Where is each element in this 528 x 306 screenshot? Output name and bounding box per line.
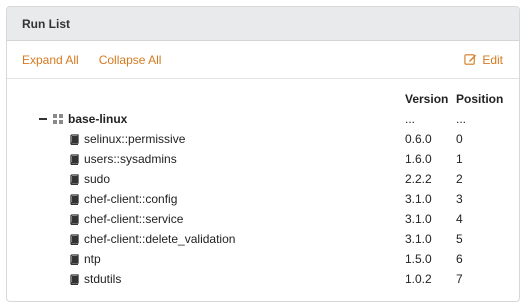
recipe-position: 5 [456, 232, 463, 246]
table-row: stdutils 1.0.2 7 [7, 269, 519, 289]
recipe-position: 4 [456, 212, 463, 226]
recipe-version: 3.1.0 [405, 232, 432, 246]
recipe-position: 3 [456, 192, 463, 206]
table-row: users::sysadmins 1.6.0 1 [7, 149, 519, 169]
recipe-name: chef-client::config [84, 192, 178, 206]
recipe-version: 3.1.0 [405, 212, 432, 226]
table-row: selinux::permissive 0.6.0 0 [7, 129, 519, 149]
recipe-position: 0 [456, 132, 463, 146]
role-position: ... [456, 112, 467, 126]
recipe-version: 1.0.2 [405, 272, 432, 286]
recipe-name: ntp [84, 252, 101, 266]
column-header-version: Version [405, 92, 449, 106]
run-list-panel: Run List Expand All Collapse All Edit Ve… [6, 6, 520, 302]
table-row: ntp 1.5.0 6 [7, 249, 519, 269]
recipe-version: 1.5.0 [405, 252, 432, 266]
expand-all-link[interactable]: Expand All [22, 53, 79, 67]
role-name: base-linux [68, 112, 128, 126]
edit-button[interactable]: Edit [464, 53, 503, 67]
recipe-name: sudo [84, 172, 111, 186]
recipe-icon [70, 153, 79, 165]
recipe-name: users::sysadmins [84, 152, 177, 166]
recipe-name: selinux::permissive [84, 132, 186, 146]
recipe-name: chef-client::delete_validation [84, 232, 236, 246]
recipe-version: 3.1.0 [405, 192, 432, 206]
edit-label: Edit [482, 52, 503, 67]
recipe-icon [70, 133, 79, 145]
recipe-version: 1.6.0 [405, 152, 432, 166]
table-header-row: Version Position [7, 89, 519, 109]
recipe-name: stdutils [84, 272, 122, 286]
recipe-icon [70, 193, 79, 205]
role-version: ... [405, 112, 416, 126]
edit-icon [464, 54, 477, 65]
panel-title: Run List [22, 16, 70, 31]
table-row: chef-client::config 3.1.0 3 [7, 189, 519, 209]
run-list-table: Version Position base-linux ... ... seli… [7, 89, 519, 289]
recipe-position: 6 [456, 252, 463, 266]
table-row: chef-client::delete_validation 3.1.0 5 [7, 229, 519, 249]
recipe-icon [70, 253, 79, 265]
toolbar: Expand All Collapse All Edit [7, 41, 519, 79]
recipe-icon [70, 233, 79, 245]
recipe-position: 1 [456, 152, 463, 166]
recipe-icon [70, 273, 79, 285]
recipe-name: chef-client::service [84, 212, 184, 226]
recipe-position: 7 [456, 272, 463, 286]
role-icon [53, 114, 63, 124]
recipe-icon [70, 173, 79, 185]
tree-root-row: base-linux ... ... [7, 109, 519, 129]
collapse-toggle-icon[interactable] [39, 118, 47, 120]
column-header-position: Position [456, 92, 504, 106]
recipe-position: 2 [456, 172, 463, 186]
collapse-all-link[interactable]: Collapse All [99, 53, 162, 67]
panel-header: Run List [7, 7, 519, 41]
recipe-version: 2.2.2 [405, 172, 432, 186]
table-row: chef-client::service 3.1.0 4 [7, 209, 519, 229]
recipe-icon [70, 213, 79, 225]
table-row: sudo 2.2.2 2 [7, 169, 519, 189]
recipe-version: 0.6.0 [405, 132, 432, 146]
